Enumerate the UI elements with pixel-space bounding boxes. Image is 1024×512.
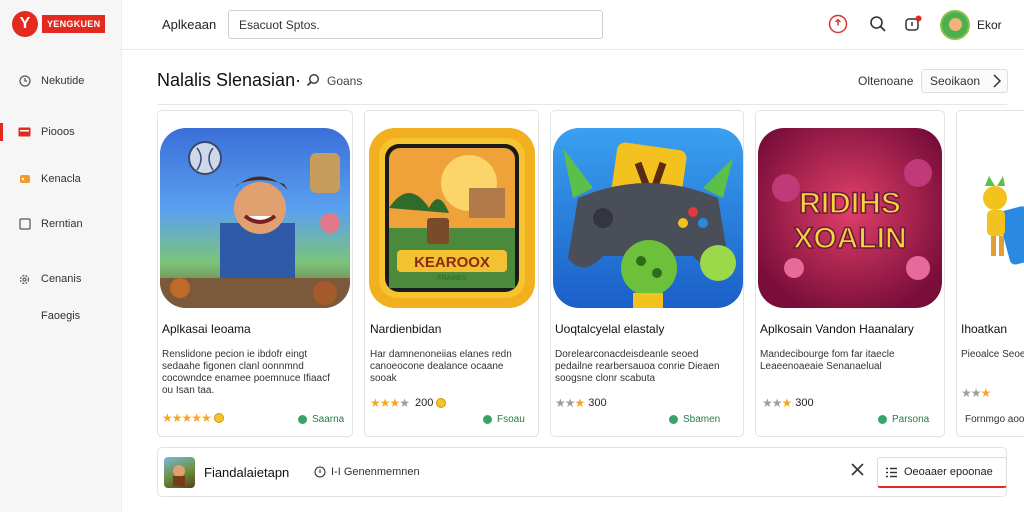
app-title[interactable]: Ihoatkan bbox=[961, 322, 1007, 336]
section-search[interactable]: Goans bbox=[306, 73, 362, 88]
avatar[interactable] bbox=[940, 10, 970, 40]
bottom-action-button[interactable]: Oeoaaer epoonae bbox=[877, 457, 1007, 488]
sidebar-item-1[interactable]: Nekutide bbox=[0, 68, 122, 94]
search-icon bbox=[306, 73, 320, 87]
sidebar-item-label: Piooos bbox=[41, 126, 75, 138]
app-rating: ★★★★★ bbox=[162, 411, 224, 425]
bottom-thumbnail[interactable] bbox=[164, 457, 195, 488]
search-icon[interactable] bbox=[868, 14, 888, 34]
app-card-1[interactable]: Aplkasai Ieoama Renslidone pecion ie ibd… bbox=[157, 110, 353, 437]
star-rating-icon: ★★★ bbox=[555, 396, 585, 410]
square-icon bbox=[18, 218, 31, 231]
app-rating-count: 300 bbox=[795, 397, 814, 409]
tag-icon bbox=[878, 415, 887, 424]
app-title[interactable]: Aplkosain Vandon Haanalary bbox=[760, 322, 914, 336]
svg-text:RIDIHS: RIDIHS bbox=[799, 187, 901, 220]
bottom-action-label: Oeoaaer epoonae bbox=[904, 466, 993, 478]
brand-logo[interactable]: Y YENGKUEN bbox=[12, 11, 106, 37]
app-card-2[interactable]: KEAROOX FRAMES Nardienbidan Har damnenon… bbox=[364, 110, 539, 437]
app-tag: Saarna bbox=[298, 414, 344, 425]
chevron-right-icon[interactable] bbox=[992, 74, 1002, 88]
app-card-4[interactable]: RIDIHS XOALIN Aplkosain Vandon Haanalary… bbox=[755, 110, 945, 437]
coin-icon bbox=[213, 413, 224, 423]
app-title[interactable]: Aplkasai Ieoama bbox=[162, 322, 251, 336]
section-button-label: Seoikaon bbox=[930, 74, 981, 88]
app-rating-count: 200 bbox=[415, 397, 434, 409]
search-input[interactable] bbox=[228, 10, 603, 39]
bottom-bar: Fiandalaietapn I-I Genenmemnen Oeoaaer e… bbox=[157, 447, 1007, 497]
app-description: Mandecibourge fom far itaecle Leaeenoaea… bbox=[760, 349, 895, 372]
brand-mark-icon: Y bbox=[12, 11, 38, 37]
bottom-meta-label: I-I Genenmemnen bbox=[331, 466, 420, 478]
section-divider bbox=[157, 104, 1007, 105]
section-search-label: Goans bbox=[327, 73, 363, 88]
app-card-3[interactable]: Uoqtalcyelal elastaly Dorelearconacdeisd… bbox=[550, 110, 744, 437]
app-tag-label: Saarna bbox=[312, 414, 345, 425]
app-tag: Fornmgo aoosa bbox=[965, 414, 1024, 425]
section-link[interactable]: Oltenoane bbox=[858, 69, 913, 93]
coin-icon bbox=[436, 398, 447, 408]
app-description: Har damnenoneiias elanes redn canoeocone… bbox=[370, 349, 512, 384]
sidebar-item-5[interactable]: Cenanis bbox=[0, 266, 122, 292]
app-tag-label: Parsona bbox=[892, 414, 930, 425]
star-rating-icon: ★★★ bbox=[961, 386, 991, 400]
svg-text:XOALIN: XOALIN bbox=[793, 222, 906, 255]
app-title[interactable]: Nardienbidan bbox=[370, 322, 441, 336]
sidebar-item-label: Kenacla bbox=[41, 173, 81, 185]
bottom-title[interactable]: Fiandalaietapn bbox=[204, 465, 289, 480]
sidebar-item-label: Cenanis bbox=[41, 273, 82, 285]
app-rating-count: 300 bbox=[588, 397, 607, 409]
app-rating: ★★★ bbox=[961, 386, 991, 400]
sidebar-item-3[interactable]: Kenacla bbox=[0, 166, 122, 192]
app-image[interactable]: KEAROOX FRAMES bbox=[369, 128, 535, 308]
page-title: Nalalis Slenasian· bbox=[157, 70, 302, 90]
app-image[interactable]: RIDIHS XOALIN bbox=[758, 128, 942, 308]
info-icon[interactable] bbox=[828, 14, 848, 34]
section-button[interactable]: Seoikaon bbox=[921, 69, 1008, 93]
app-tag: Fsoau bbox=[483, 414, 525, 425]
app-tag-label: Fsoau bbox=[497, 414, 525, 425]
app-title[interactable]: Uoqtalcyelal elastaly bbox=[555, 322, 664, 336]
brand-name: YENGKUEN bbox=[42, 15, 106, 33]
app-rating: ★★★ 300 bbox=[762, 396, 814, 410]
sidebar-sub-item[interactable]: Faoegis bbox=[41, 310, 80, 322]
list-icon bbox=[886, 467, 897, 477]
app-description: Pieoalce Seoeoeu bbox=[961, 349, 1024, 360]
user-name[interactable]: Ekor bbox=[977, 18, 1002, 32]
app-rating: ★★★ 300 bbox=[555, 396, 607, 410]
app-card-5[interactable]: Ihoatkan Pieoalce Seoeoeu ★★★ Fornmgo ao… bbox=[956, 110, 1024, 437]
clock-icon bbox=[18, 75, 31, 88]
gear-icon bbox=[18, 273, 31, 286]
tag-icon bbox=[669, 415, 678, 424]
app-tag-label: Sbamen bbox=[683, 414, 721, 425]
sidebar: Y YENGKUEN Nekutide Piooos Kenacla Rernt… bbox=[0, 0, 122, 512]
star-rating-icon: ★★★★★ bbox=[162, 411, 212, 425]
folder-icon bbox=[18, 126, 31, 139]
close-icon[interactable] bbox=[850, 462, 865, 482]
notification-icon[interactable] bbox=[903, 14, 923, 34]
sidebar-item-2[interactable]: Piooos bbox=[0, 119, 122, 145]
app-tag: Parsona bbox=[878, 414, 929, 425]
tag-icon bbox=[18, 173, 31, 186]
sidebar-item-4[interactable]: Rerntian bbox=[0, 211, 122, 237]
app-image[interactable] bbox=[963, 128, 1024, 308]
sidebar-item-label: Nekutide bbox=[41, 75, 85, 87]
svg-text:FRAMES: FRAMES bbox=[437, 275, 467, 282]
tag-icon bbox=[483, 415, 492, 424]
star-rating-icon: ★★★★ bbox=[370, 396, 410, 410]
app-tag: Sbamen bbox=[669, 414, 720, 425]
app-description: Renslidone pecion ie ibdofr eingt sedaah… bbox=[162, 349, 330, 396]
sidebar-item-label: Rerntian bbox=[41, 218, 83, 230]
app-image[interactable] bbox=[553, 128, 743, 308]
top-bar: Aplkeaan Ekor bbox=[122, 0, 1024, 50]
app-image[interactable] bbox=[160, 128, 350, 308]
app-description: Dorelearconacdeisdeanle seoed pedailne r… bbox=[555, 349, 720, 384]
star-rating-icon: ★★★ bbox=[762, 396, 792, 410]
app-rating: ★★★★ 200 bbox=[370, 396, 447, 410]
app-title: Aplkeaan bbox=[162, 17, 217, 32]
bottom-meta: I-I Genenmemnen bbox=[314, 466, 420, 478]
tag-icon bbox=[298, 415, 307, 424]
svg-text:KEAROOX: KEAROOX bbox=[414, 254, 490, 271]
info-icon bbox=[314, 466, 326, 478]
